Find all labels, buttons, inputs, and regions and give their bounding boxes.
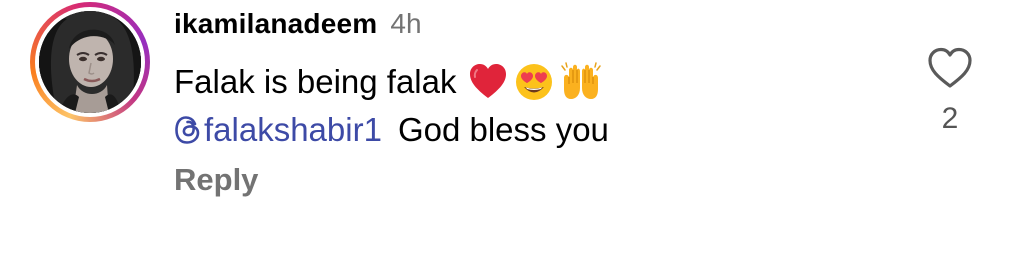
comment: ikamilanadeem 4h Falak is being falak fa… [0,0,1024,260]
comment-mention-line: falakshabir1 God bless you [174,108,609,152]
like-count: 2 [941,102,959,135]
mention-username[interactable]: falakshabir1 [204,111,382,149]
comment-header: ikamilanadeem 4h [174,8,422,44]
comment-text-line: Falak is being falak [174,60,602,104]
comment-text: Falak is being falak [174,63,457,100]
avatar-portrait [39,11,141,113]
username[interactable]: ikamilanadeem [174,8,377,40]
mention-link[interactable]: falakshabir1 [174,111,382,149]
heart-outline-icon [928,47,972,88]
reply-button[interactable]: Reply [174,162,258,198]
avatar[interactable] [39,11,141,113]
avatar-ring-gap [35,7,145,117]
comment-reply-text: God bless you [397,111,609,148]
comment-time: 4h [390,8,422,39]
heart-eyes-emoji-icon [514,62,554,102]
avatar-story-ring[interactable] [30,2,150,122]
heart-emoji-icon [468,63,508,101]
raising-hands-emoji-icon [560,62,602,102]
like-button[interactable] [926,46,974,90]
threads-icon [174,115,202,145]
